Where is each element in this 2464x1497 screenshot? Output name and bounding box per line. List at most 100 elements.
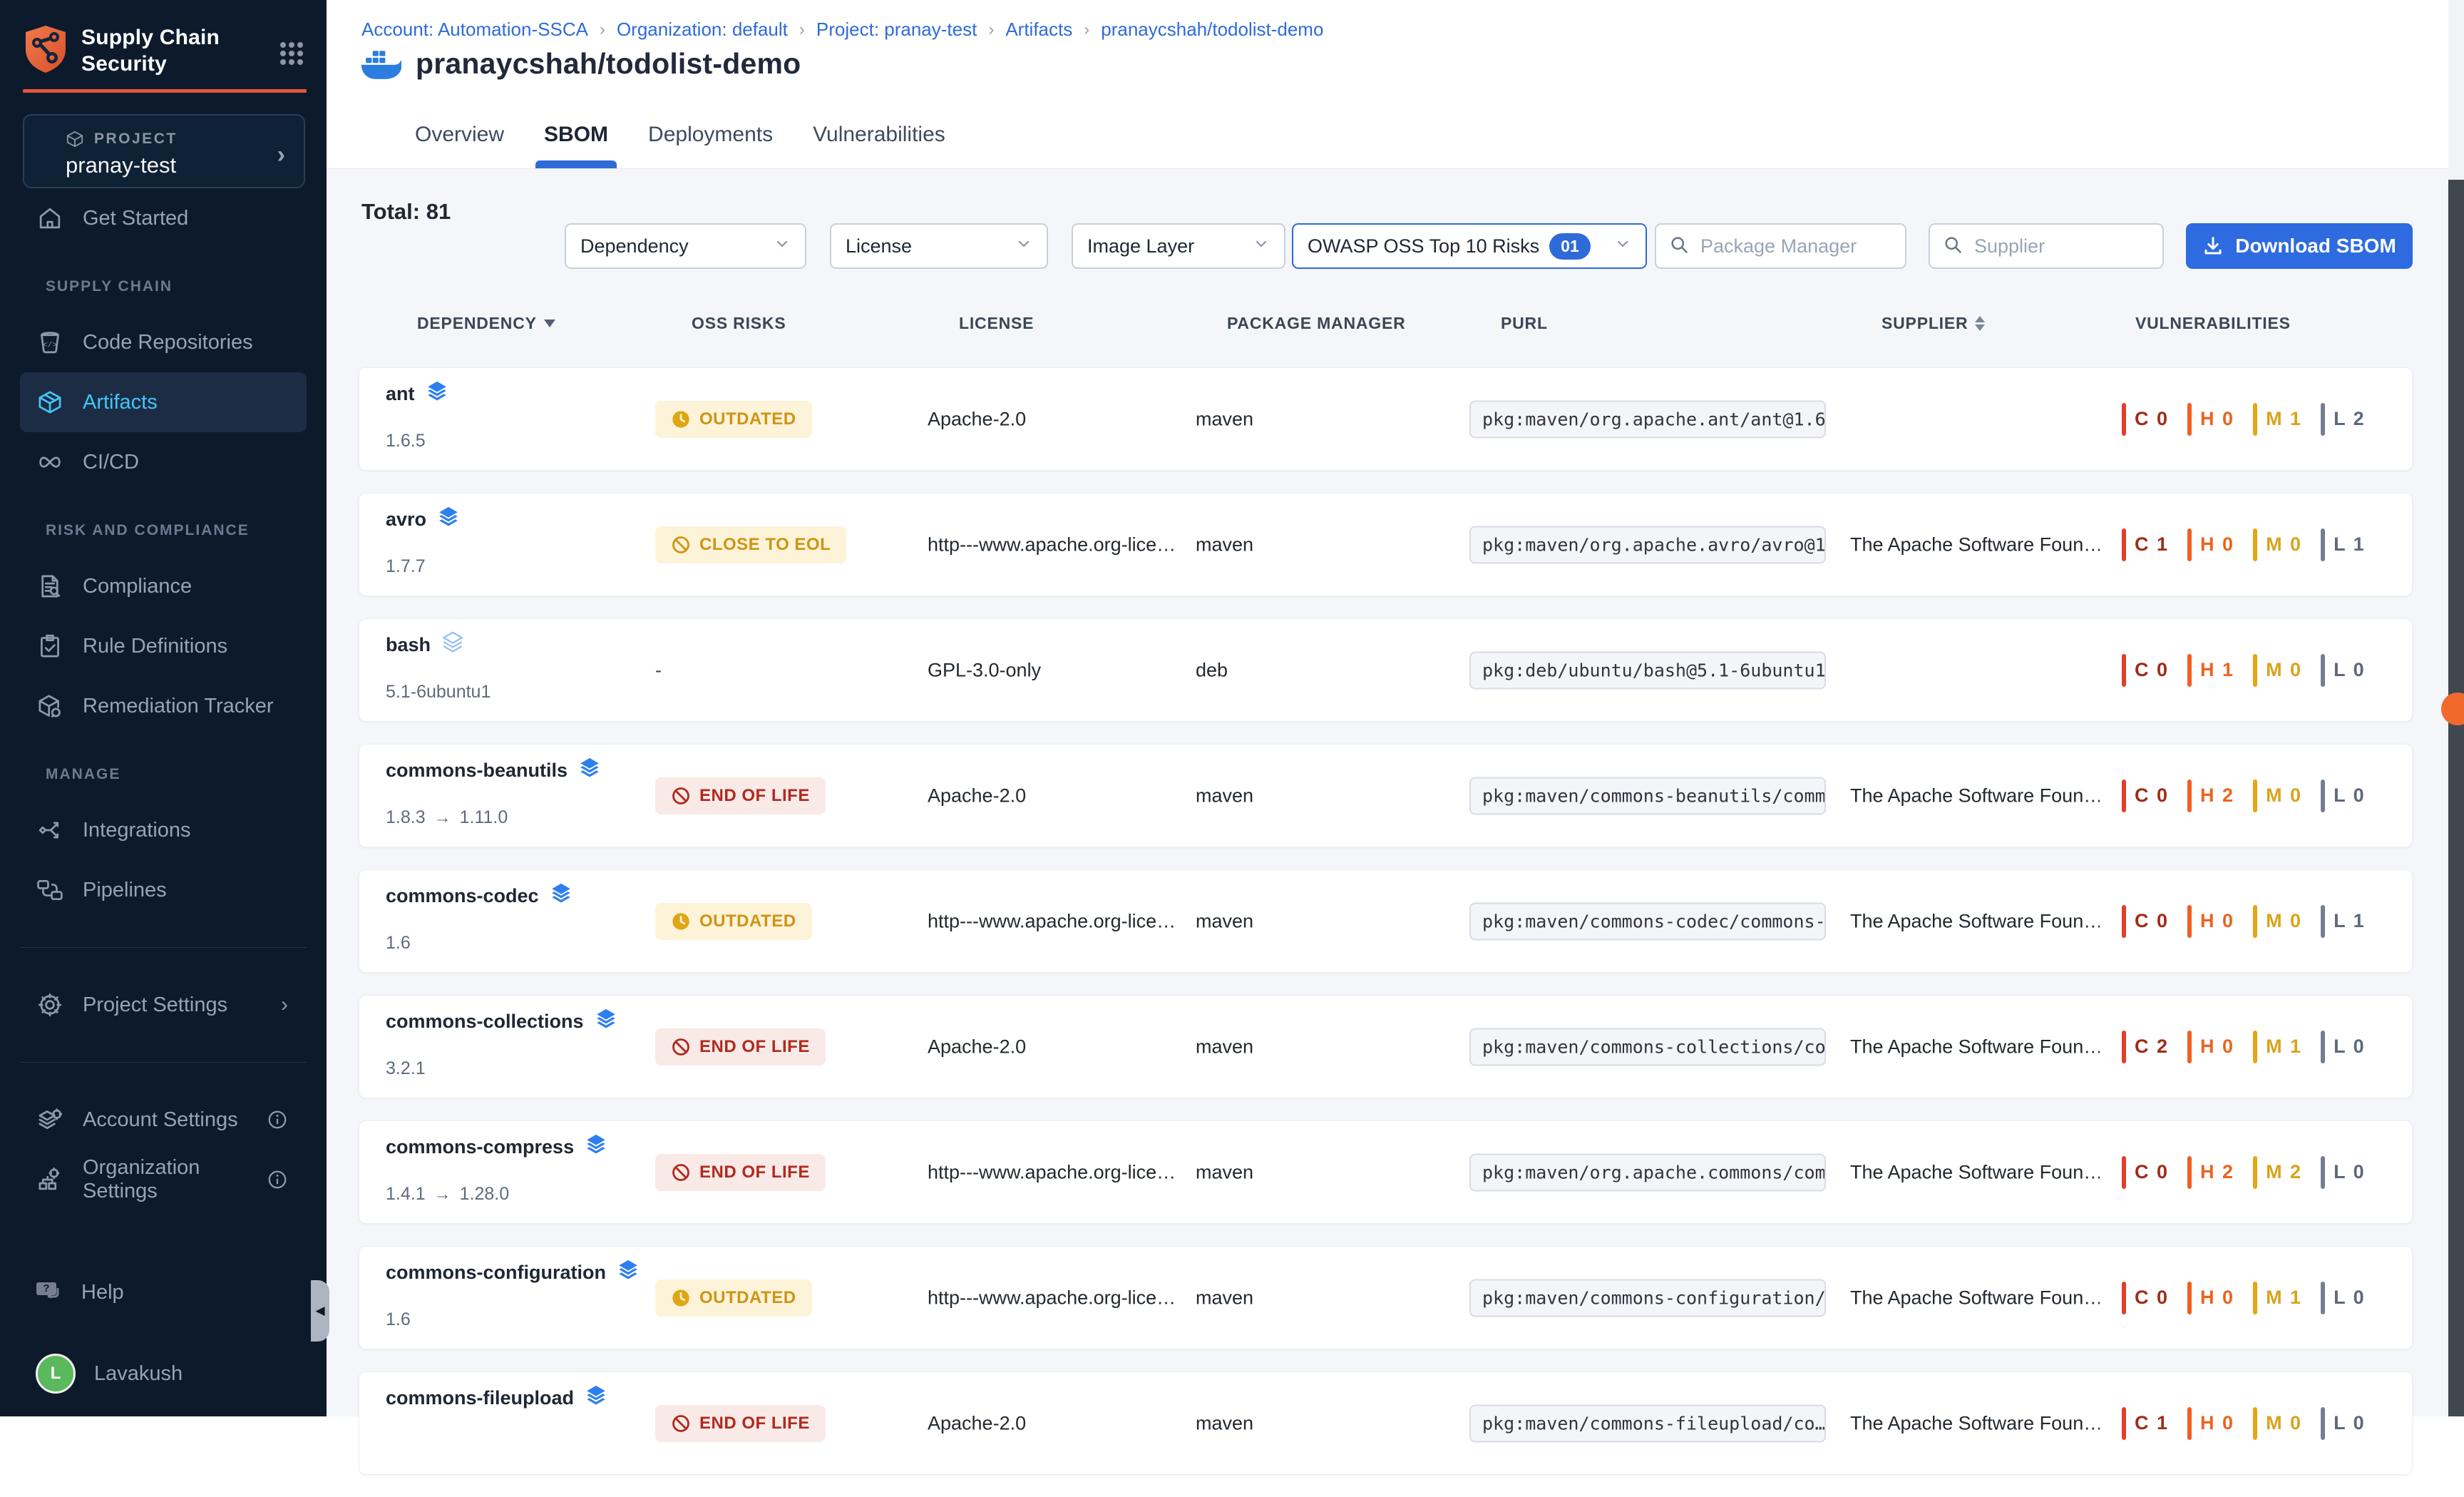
- table-body: ant1.6.5OUTDATEDApache-2.0mavenpkg:maven…: [359, 367, 2413, 1497]
- filter-dropdown-image-layer[interactable]: Image Layer: [1072, 223, 1285, 269]
- column-header-oss-risks[interactable]: OSS RISKS: [692, 314, 786, 333]
- vuln-severity-bar: [2187, 654, 2192, 687]
- supplier-search[interactable]: [1929, 223, 2164, 269]
- slash-circle-icon: [671, 535, 691, 555]
- vuln-medium: M 1: [2253, 403, 2302, 436]
- sidebar-item-label: Account Settings: [83, 1108, 238, 1132]
- sidebar-item-pipelines[interactable]: Pipelines: [20, 860, 307, 920]
- vuln-count: L 1: [2334, 533, 2366, 556]
- dependency-row-commons-codec[interactable]: commons-codec1.6OUTDATEDhttp---www.apach…: [359, 869, 2413, 973]
- account-layers-gear-icon: [36, 1105, 64, 1134]
- package-manager-cell: maven: [1196, 1036, 1253, 1058]
- package-manager-cell: deb: [1196, 659, 1228, 681]
- sidebar-item-artifacts[interactable]: Artifacts: [20, 372, 307, 432]
- sidebar-item-project-settings[interactable]: Project Settings›: [20, 975, 307, 1035]
- info-circle-icon: [267, 1169, 288, 1190]
- dependency-version: 1.6: [386, 1309, 411, 1330]
- sidebar-item-help[interactable]: ? Help: [20, 1264, 307, 1321]
- tab-deployments[interactable]: Deployments: [645, 123, 776, 168]
- supplier-cell: The Apache Software Foun…: [1850, 1161, 2100, 1183]
- column-header-supplier[interactable]: SUPPLIER: [1882, 314, 1985, 333]
- purl-value[interactable]: pkg:maven/commons-configuration/…: [1469, 1279, 1826, 1317]
- dependency-row-commons-compress[interactable]: commons-compress1.4.1→1.28.0END OF LIFEh…: [359, 1120, 2413, 1224]
- vuln-low: L 0: [2321, 1031, 2366, 1063]
- project-selector[interactable]: PROJECT pranay-test ›: [23, 114, 305, 188]
- dependency-version: 1.8.3→1.11.0: [386, 807, 508, 828]
- vuln-low: L 0: [2321, 1156, 2366, 1189]
- tab-overview[interactable]: Overview: [412, 123, 507, 168]
- vuln-count: C 0: [2135, 785, 2169, 807]
- dependency-row-commons-collections[interactable]: commons-collections3.2.1END OF LIFEApach…: [359, 995, 2413, 1098]
- license-cell: http---www.apache.org-lice…: [928, 1287, 1176, 1309]
- dependency-row-avro[interactable]: avro1.7.7CLOSE TO EOLhttp---www.apache.o…: [359, 493, 2413, 596]
- sidebar-item-rule-definitions[interactable]: Rule Definitions: [20, 616, 307, 676]
- project-name: pranay-test: [66, 153, 176, 178]
- sidebar-item-organization-settings[interactable]: Organization Settings: [20, 1150, 307, 1210]
- column-header-license[interactable]: LICENSE: [959, 314, 1034, 333]
- license-cell: GPL-3.0-only: [928, 659, 1041, 681]
- purl-value[interactable]: pkg:maven/org.apache.ant/ant@1.6…: [1469, 400, 1826, 438]
- dependency-row-commons-beanutils[interactable]: commons-beanutils1.8.3→1.11.0END OF LIFE…: [359, 744, 2413, 847]
- breadcrumb-link[interactable]: Artifacts: [1005, 19, 1072, 41]
- main-content: Account: Automation-SSCA›Organization: d…: [327, 0, 2464, 1416]
- breadcrumb-link[interactable]: Account: Automation-SSCA: [361, 19, 588, 41]
- vuln-medium: M 1: [2253, 1282, 2302, 1314]
- column-label: PACKAGE MANAGER: [1227, 314, 1406, 333]
- package-manager-search-input[interactable]: [1699, 235, 1892, 258]
- dependency-row-ant[interactable]: ant1.6.5OUTDATEDApache-2.0mavenpkg:maven…: [359, 367, 2413, 471]
- purl-value[interactable]: pkg:deb/ubuntu/bash@5.1-6ubuntu1: [1469, 651, 1826, 689]
- code-repo-icon: </>: [36, 328, 64, 357]
- package-manager-search[interactable]: [1655, 223, 1906, 269]
- column-header-purl[interactable]: PURL: [1501, 314, 1548, 333]
- breadcrumb-link[interactable]: Organization: default: [617, 19, 788, 41]
- app-grid-icon[interactable]: [279, 41, 304, 66]
- purl-value[interactable]: pkg:maven/commons-codec/commons-…: [1469, 902, 1826, 940]
- purl-value[interactable]: pkg:maven/commons-beanutils/comm…: [1469, 777, 1826, 814]
- filter-dropdown-dependency[interactable]: Dependency: [565, 223, 806, 269]
- purl-value[interactable]: pkg:maven/org.apache.avro/avro@1…: [1469, 526, 1826, 563]
- vuln-critical: C 1: [2122, 528, 2169, 561]
- download-sbom-button[interactable]: Download SBOM: [2186, 223, 2413, 269]
- supplier-search-input[interactable]: [1973, 235, 2150, 258]
- dependency-row-commons-configuration[interactable]: commons-configuration1.6OUTDATEDhttp---w…: [359, 1246, 2413, 1349]
- tab-sbom[interactable]: SBOM: [541, 123, 611, 168]
- slash-circle-icon: [671, 1037, 691, 1057]
- column-header-package-manager[interactable]: PACKAGE MANAGER: [1227, 314, 1406, 333]
- chevron-down-icon: [1614, 235, 1631, 257]
- filter-dropdown-owasp-oss-top-10-risks[interactable]: OWASP OSS Top 10 Risks01: [1292, 223, 1647, 269]
- vuln-count: C 0: [2135, 1161, 2169, 1183]
- dependency-name: commons-beanutils: [386, 760, 568, 782]
- vuln-severity-bar: [2187, 1407, 2192, 1440]
- tab-vulnerabilities[interactable]: Vulnerabilities: [810, 123, 948, 168]
- vuln-critical: C 1: [2122, 1407, 2169, 1440]
- vuln-severity-bar: [2122, 905, 2126, 938]
- filter-dropdown-license[interactable]: License: [830, 223, 1048, 269]
- vuln-count: M 2: [2266, 1161, 2302, 1183]
- scrollbar-thumb[interactable]: [2448, 180, 2464, 1416]
- cicd-infinity-icon: [36, 448, 64, 476]
- sidebar-item-integrations[interactable]: Integrations: [20, 800, 307, 860]
- breadcrumb-link[interactable]: pranaycshah/todolist-demo: [1101, 19, 1323, 41]
- purl-value[interactable]: pkg:maven/commons-collections/co…: [1469, 1028, 1826, 1066]
- sidebar-item-code-repositories[interactable]: </>Code Repositories: [20, 312, 307, 372]
- column-header-vulnerabilities[interactable]: VULNERABILITIES: [2135, 314, 2291, 333]
- purl-value[interactable]: pkg:maven/commons-fileupload/co…: [1469, 1404, 1826, 1442]
- oss-risk-badge: OUTDATED: [655, 401, 812, 438]
- sidebar-item-ci-cd[interactable]: CI/CD: [20, 432, 307, 492]
- breadcrumb-link[interactable]: Project: pranay-test: [816, 19, 977, 41]
- vuln-severity-bar: [2321, 1156, 2325, 1189]
- purl-value[interactable]: pkg:maven/org.apache.commons/com…: [1469, 1153, 1826, 1191]
- sidebar-item-compliance[interactable]: Compliance: [20, 556, 307, 616]
- sidebar-collapse-handle[interactable]: ◀: [311, 1280, 329, 1342]
- chevron-down-icon: [774, 235, 791, 257]
- sidebar-item-get-started[interactable]: Get Started: [20, 188, 307, 248]
- column-header-dependency[interactable]: DEPENDENCY: [417, 314, 555, 333]
- sidebar-item-account-settings[interactable]: Account Settings: [20, 1090, 307, 1150]
- pipelines-icon: [36, 876, 64, 904]
- dependency-row-commons-fileupload[interactable]: commons-fileuploadEND OF LIFEApache-2.0m…: [359, 1371, 2413, 1475]
- dependency-row-bash[interactable]: bash5.1-6ubuntu1-GPL-3.0-onlydebpkg:deb/…: [359, 618, 2413, 722]
- sidebar-item-label: Integrations: [83, 819, 191, 842]
- vuln-severity-bar: [2321, 780, 2325, 812]
- user-menu[interactable]: L Lavakush: [20, 1345, 307, 1402]
- sidebar-item-remediation-tracker[interactable]: Remediation Tracker: [20, 676, 307, 736]
